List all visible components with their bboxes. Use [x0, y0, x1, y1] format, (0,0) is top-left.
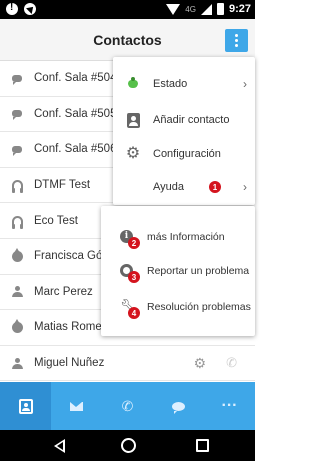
- contact-name: Conf. Sala #504: [34, 72, 117, 85]
- chat-icon: [12, 110, 22, 121]
- back-icon[interactable]: [54, 439, 65, 453]
- system-nav-bar: [0, 430, 255, 461]
- tab-chat[interactable]: [153, 382, 204, 430]
- contact-name: Miguel Nuñez: [34, 357, 105, 370]
- status-bar: 4G 9:27: [0, 0, 255, 19]
- alert-notification-icon: [6, 2, 18, 15]
- submenu-item-report-problem[interactable]: 3 Reportar un problema: [101, 253, 255, 289]
- add-contact-icon: [126, 112, 140, 128]
- submenu-item-label: Reportar un problema: [147, 265, 250, 277]
- drop-icon: [11, 247, 23, 262]
- page-title: Contactos: [93, 32, 162, 48]
- submenu-item-label: más Información: [147, 231, 225, 243]
- clock: 9:27: [228, 3, 251, 15]
- wifi-icon: [166, 3, 181, 15]
- menu-item-help[interactable]: Ayuda 1 ›: [113, 169, 255, 205]
- gears-icon: ⚙: [125, 145, 141, 162]
- overflow-menu: Estado › Añadir contacto ⚙ Configuración…: [113, 57, 255, 205]
- contact-name: Matias Romer: [34, 321, 106, 334]
- contact-name: Marc Perez: [34, 285, 93, 298]
- contact-name: Conf. Sala #505: [34, 107, 117, 120]
- tab-calls[interactable]: ✆: [102, 382, 153, 430]
- chevron-right-icon: ›: [243, 77, 247, 91]
- chat-icon: [12, 74, 22, 85]
- chevron-right-icon: ›: [243, 180, 247, 194]
- submenu-item-troubleshooting[interactable]: 🔧︎ 4 Resolución problemas: [101, 289, 255, 325]
- menu-item-estado[interactable]: Estado ›: [113, 66, 255, 102]
- person-icon: [11, 286, 23, 298]
- kebab-dot: [235, 39, 238, 42]
- contact-name: DTMF Test: [34, 179, 91, 192]
- contacts-tab-icon: [18, 398, 33, 414]
- chat-icon: [12, 145, 22, 156]
- submenu-badge: 2: [128, 237, 140, 249]
- drop-icon: [11, 318, 23, 333]
- kebab-dot: [235, 44, 238, 47]
- submenu-badge: 4: [128, 307, 140, 319]
- menu-item-label: Ayuda: [153, 181, 184, 193]
- menu-item-add-contact[interactable]: Añadir contacto: [113, 102, 255, 138]
- menu-item-label: Configuración: [153, 148, 221, 160]
- app-bar: Contactos: [0, 19, 255, 61]
- tab-more[interactable]: ···: [204, 382, 255, 430]
- person-icon: [11, 357, 23, 369]
- mail-tab-icon: [70, 401, 83, 411]
- overflow-menu-button[interactable]: [225, 29, 248, 52]
- submenu-badge: 3: [128, 271, 140, 283]
- status-icon: [128, 77, 138, 88]
- help-submenu: i 2 más Información 3 Reportar un proble…: [101, 206, 255, 336]
- submenu-item-more-info[interactable]: i 2 más Información: [101, 219, 255, 255]
- more-tab-icon: ···: [221, 397, 238, 414]
- contact-name: Eco Test: [34, 214, 78, 227]
- contact-settings-icon[interactable]: ⚙: [194, 356, 207, 370]
- menu-item-settings[interactable]: ⚙ Configuración: [113, 136, 255, 172]
- headset-icon: [11, 215, 23, 229]
- recent-apps-icon[interactable]: [196, 439, 209, 452]
- contact-name: Conf. Sala #506: [34, 143, 117, 156]
- headset-icon: [11, 180, 23, 194]
- phone-tab-icon: ✆: [121, 397, 134, 414]
- menu-item-label: Añadir contacto: [153, 114, 230, 126]
- battery-icon: [216, 3, 224, 15]
- submenu-item-label: Resolución problemas: [147, 301, 251, 313]
- bottom-tab-bar: ✆ ···: [0, 382, 255, 430]
- network-type: 4G: [185, 4, 196, 14]
- contact-row[interactable]: Miguel Nuñez ⚙ ✆: [0, 346, 255, 382]
- kebab-dot: [235, 34, 238, 37]
- tab-contacts[interactable]: [0, 382, 51, 430]
- navigation-notification-icon: [24, 3, 36, 15]
- tab-messages[interactable]: [51, 382, 102, 430]
- help-badge: 1: [209, 181, 221, 193]
- menu-item-label: Estado: [153, 78, 188, 90]
- chat-tab-icon: [172, 401, 185, 414]
- signal-icon: [200, 3, 212, 15]
- home-icon[interactable]: [121, 438, 136, 453]
- call-icon[interactable]: ✆: [226, 355, 237, 370]
